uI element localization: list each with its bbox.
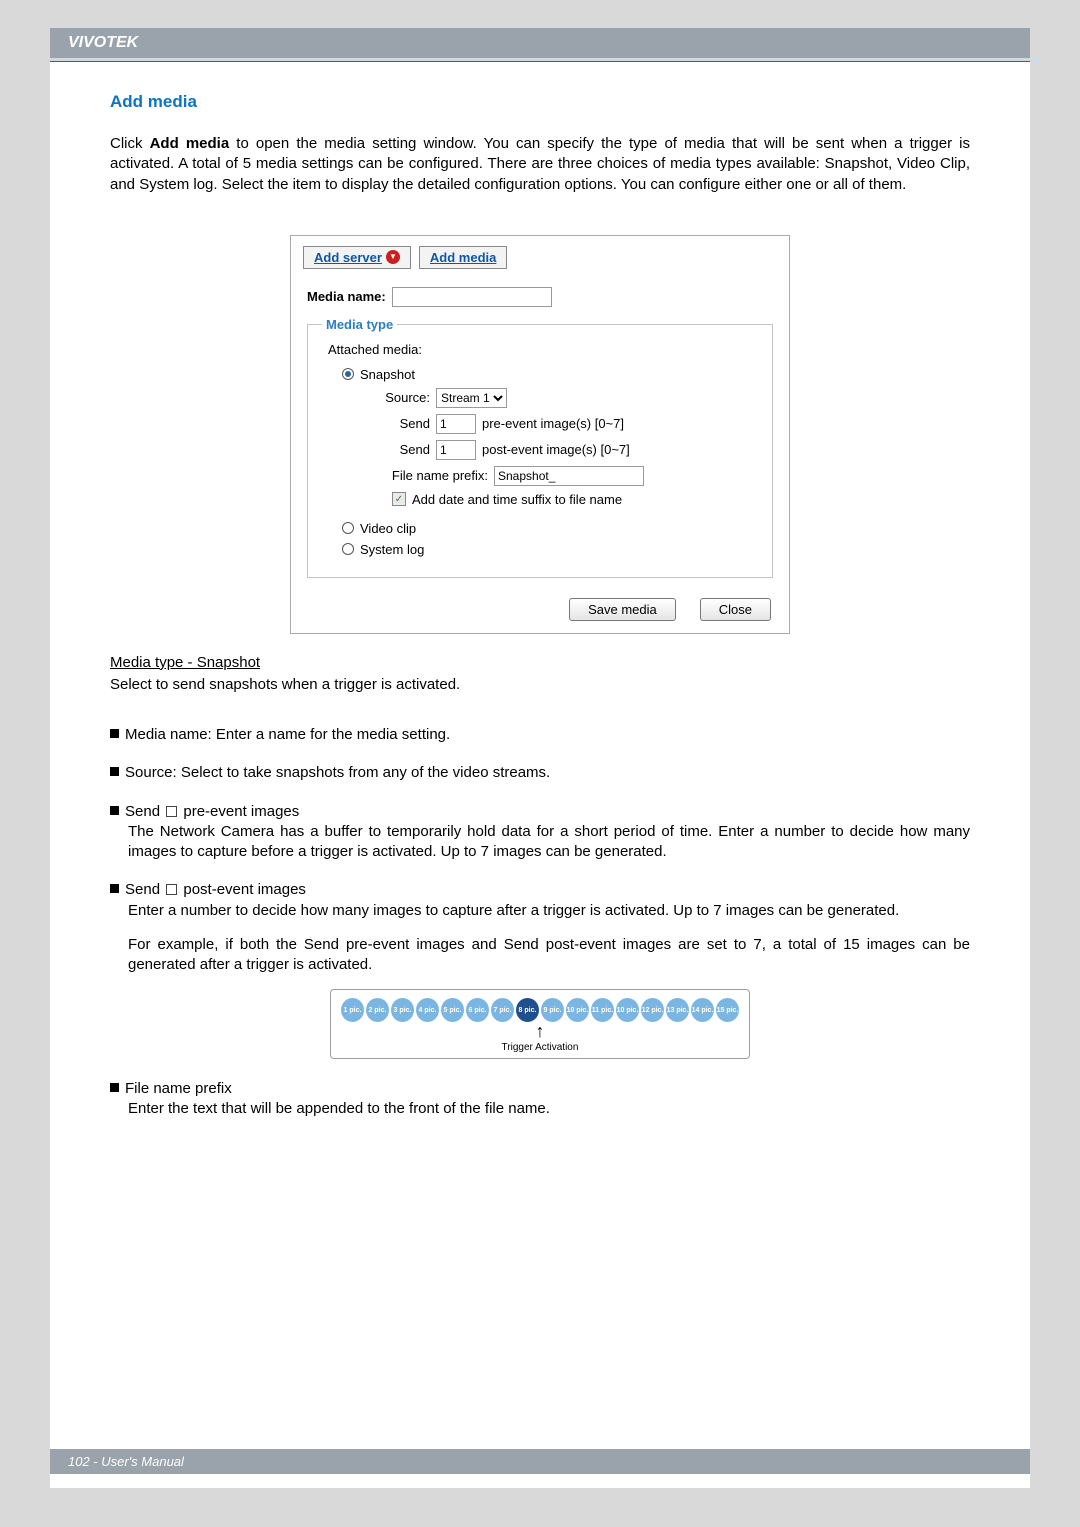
- panel-actions: Save media Close: [291, 594, 789, 633]
- pre-event-suffix: pre-event image(s) [0~7]: [482, 416, 624, 431]
- attached-media-label: Attached media:: [328, 342, 758, 357]
- diagram-circles: 1 pic. 2 pic. 3 pic. 4 pic. 5 pic. 6 pic…: [341, 998, 739, 1022]
- diagram-pic: 15 pic.: [716, 998, 739, 1022]
- diagram-pic: 1 pic.: [341, 998, 364, 1022]
- intro-bold: Add media: [150, 135, 230, 152]
- diagram-pic: 2 pic.: [366, 998, 389, 1022]
- diagram-pic: 7 pic.: [491, 998, 514, 1022]
- bullet-list: Media name: Enter a name for the media s…: [110, 725, 970, 1120]
- diagram-pic: 10 pic.: [566, 998, 589, 1022]
- prefix-label: File name prefix:: [380, 468, 488, 483]
- bullet-media-name: Media name: Enter a name for the media s…: [110, 725, 970, 745]
- checkbox-empty-icon: [166, 884, 177, 895]
- bullet-icon: [110, 884, 119, 893]
- diagram-pic: 6 pic.: [466, 998, 489, 1022]
- diagram-pic: 14 pic.: [691, 998, 714, 1022]
- close-button[interactable]: Close: [700, 598, 771, 621]
- bullet-icon: [110, 729, 119, 738]
- diagram-pic-trigger: 8 pic.: [516, 998, 539, 1022]
- bullet-icon: [110, 806, 119, 815]
- dropdown-icon: [386, 250, 400, 264]
- diagram-pic: 13 pic.: [666, 998, 689, 1022]
- snapshot-option-label: Snapshot: [360, 367, 415, 382]
- save-media-button[interactable]: Save media: [569, 598, 676, 621]
- datetime-suffix-checkbox[interactable]: ✓: [392, 492, 406, 506]
- bullet-source: Source: Select to take snapshots from an…: [110, 763, 970, 783]
- media-type-fieldset: Media type Attached media: Snapshot Sour…: [307, 317, 773, 578]
- diagram-pic: 12 pic.: [641, 998, 664, 1022]
- diagram-pic: 5 pic.: [441, 998, 464, 1022]
- intro-pre: Click: [110, 135, 150, 152]
- arrow-up-icon: ↑: [341, 1024, 739, 1038]
- add-server-label: Add server: [314, 250, 382, 265]
- source-select[interactable]: Stream 1: [436, 388, 507, 408]
- post-event-suffix: post-event image(s) [0~7]: [482, 442, 630, 457]
- post-event-count-input[interactable]: [436, 440, 476, 460]
- media-type-legend: Media type: [322, 317, 397, 332]
- checkbox-empty-icon: [166, 806, 177, 817]
- intro-post: to open the media setting window. You ca…: [110, 135, 970, 193]
- page-footer: 102 - User's Manual: [50, 1449, 1030, 1474]
- diagram-pic: 11 pic.: [591, 998, 614, 1022]
- media-name-label: Media name:: [307, 289, 386, 304]
- filename-prefix-input[interactable]: [494, 466, 644, 486]
- diagram-pic: 3 pic.: [391, 998, 414, 1022]
- intro-paragraph: Click Add media to open the media settin…: [110, 134, 970, 195]
- brand-header: VIVOTEK: [50, 28, 1030, 61]
- bullet-filename-prefix: File name prefix Enter the text that wil…: [110, 1079, 970, 1120]
- footer-text: 102 - User's Manual: [68, 1454, 184, 1469]
- bullet-pre-event: Send pre-event images The Network Camera…: [110, 802, 970, 863]
- add-server-button[interactable]: Add server: [303, 246, 411, 269]
- media-settings-panel: Add server Add media Media name: Media t…: [290, 235, 790, 634]
- diagram-pic: 10 pic.: [616, 998, 639, 1022]
- source-label: Source:: [380, 390, 430, 405]
- section-title: Add media: [110, 92, 970, 112]
- media-name-input[interactable]: [392, 287, 552, 307]
- system-log-option-label: System log: [360, 542, 424, 557]
- pre-event-count-input[interactable]: [436, 414, 476, 434]
- brand-text: VIVOTEK: [68, 34, 138, 51]
- video-clip-radio[interactable]: [342, 522, 354, 534]
- content-area: Add media Click Add media to open the me…: [50, 62, 1030, 1120]
- add-media-label: Add media: [430, 250, 496, 265]
- panel-body: Media name: Media type Attached media: S…: [291, 281, 789, 594]
- send-pre-label: Send: [380, 416, 430, 431]
- snapshot-radio[interactable]: [342, 368, 354, 380]
- system-log-radio[interactable]: [342, 543, 354, 555]
- datetime-suffix-label: Add date and time suffix to file name: [412, 492, 622, 507]
- video-clip-option-label: Video clip: [360, 521, 416, 536]
- bullet-icon: [110, 1083, 119, 1092]
- trigger-diagram: 1 pic. 2 pic. 3 pic. 4 pic. 5 pic. 6 pic…: [330, 989, 750, 1059]
- bullet-icon: [110, 767, 119, 776]
- diagram-pic: 9 pic.: [541, 998, 564, 1022]
- diagram-pic: 4 pic.: [416, 998, 439, 1022]
- snapshot-description: Select to send snapshots when a trigger …: [110, 675, 970, 695]
- send-post-label: Send: [380, 442, 430, 457]
- diagram-caption: Trigger Activation: [341, 1041, 739, 1055]
- bullet-post-event: Send post-event images Enter a number to…: [110, 880, 970, 1059]
- add-media-button[interactable]: Add media: [419, 246, 507, 269]
- panel-tabs: Add server Add media: [291, 236, 789, 281]
- media-type-snapshot-heading: Media type - Snapshot: [110, 654, 970, 671]
- document-page: VIVOTEK Add media Click Add media to ope…: [50, 28, 1030, 1488]
